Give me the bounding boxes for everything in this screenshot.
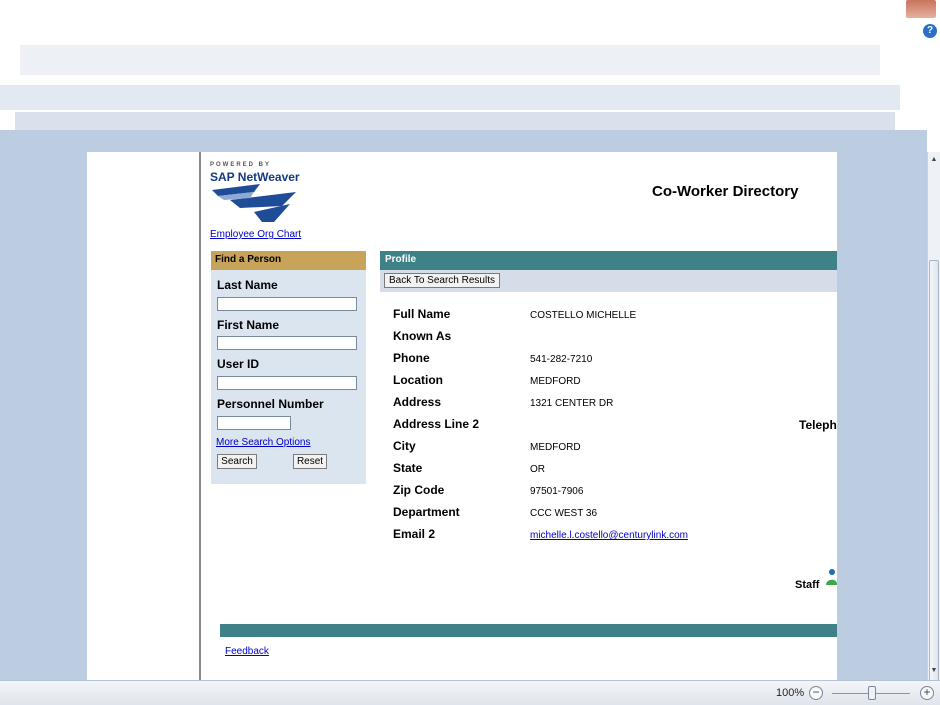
phone-label: Phone [393,351,430,365]
scroll-down-arrow-icon[interactable]: ▼ [928,665,940,677]
personnel-number-label: Personnel Number [217,397,324,411]
zip-code-label: Zip Code [393,483,445,497]
page-title: Co-Worker Directory [652,183,799,200]
help-icon[interactable]: ? [923,24,937,38]
telephone-label-cut: Teleph [799,418,837,432]
zoom-in-button[interactable]: + [920,686,934,700]
personnel-number-input[interactable] [217,416,291,430]
profile-row: Known As [393,329,833,351]
profile-row: Full Name COSTELLO MICHELLE [393,307,833,329]
full-name-label: Full Name [393,307,451,321]
profile-row: Address 1321 CENTER DR [393,395,833,417]
profile-row: State OR [393,461,833,483]
profile-row: Zip Code 97501-7906 [393,483,833,505]
back-to-search-results-button[interactable]: Back To Search Results [384,273,500,288]
department-label: Department [393,505,460,519]
search-button[interactable]: Search [217,454,257,469]
find-person-header: Find a Person [211,251,366,270]
feedback-link[interactable]: Feedback [225,646,269,657]
zip-code-value: 97501-7906 [530,486,584,497]
employee-org-chart-link[interactable]: Employee Org Chart [210,229,301,240]
sap-logo-mark-icon [212,184,296,222]
profile-header: Profile [380,251,837,270]
zoom-slider-thumb[interactable] [868,686,876,700]
last-name-input[interactable] [217,297,357,311]
powered-by-text: POWERED BY [210,162,272,168]
department-value: CCC WEST 36 [530,508,598,519]
city-label: City [393,439,416,453]
email-2-link[interactable]: michelle.l.costello@centurylink.com [530,530,688,541]
reset-button[interactable]: Reset [293,454,327,469]
state-value: OR [530,464,545,475]
redacted-scribble [20,45,880,75]
corner-app-icon [906,0,936,18]
email-2-label: Email 2 [393,527,436,541]
last-name-label: Last Name [217,278,278,292]
address-line-2-label: Address Line 2 [393,417,480,431]
user-id-label: User ID [217,357,260,371]
redacted-scribble [15,112,895,132]
page-left-border [199,152,201,680]
full-name-value: COSTELLO MICHELLE [530,310,637,321]
profile-row: Address Line 2 [393,417,833,439]
profile-row: Phone 541-282-7210 [393,351,833,373]
location-value: MEDFORD [530,376,581,387]
address-label: Address [393,395,442,409]
profile-row: Email 2 michelle.l.costello@centurylink.… [393,527,833,549]
state-label: State [393,461,423,475]
staff-person-icon[interactable] [824,568,837,586]
profile-row: Department CCC WEST 36 [393,505,833,527]
find-person-panel: Find a Person Last Name First Name User … [211,251,366,484]
city-value: MEDFORD [530,442,581,453]
first-name-label: First Name [217,318,280,332]
document-page: POWERED BY SAP NetWeaver Employee Org Ch… [87,152,837,680]
profile-row: City MEDFORD [393,439,833,461]
staff-label: Staff [795,579,820,591]
phone-value: 541-282-7210 [530,354,593,365]
address-value: 1321 CENTER DR [530,398,614,409]
profile-toolbar: Back To Search Results [380,270,837,292]
footer-band [220,624,837,637]
scrollbar-thumb[interactable] [929,260,939,697]
first-name-input[interactable] [217,336,357,350]
user-id-input[interactable] [217,376,357,390]
sap-netweaver-logo: POWERED BY SAP NetWeaver [210,162,305,224]
profile-row: Location MEDFORD [393,373,833,395]
status-bar: 100% − + [0,680,940,705]
zoom-out-button[interactable]: − [809,686,823,700]
redacted-scribble [0,85,900,110]
more-search-options-link[interactable]: More Search Options [216,437,311,448]
zoom-level[interactable]: 100% [776,687,804,699]
location-label: Location [393,373,443,387]
vertical-scrollbar[interactable]: ▲ ▼ [927,152,940,697]
scroll-up-arrow-icon[interactable]: ▲ [928,154,940,166]
known-as-label: Known As [393,329,452,343]
